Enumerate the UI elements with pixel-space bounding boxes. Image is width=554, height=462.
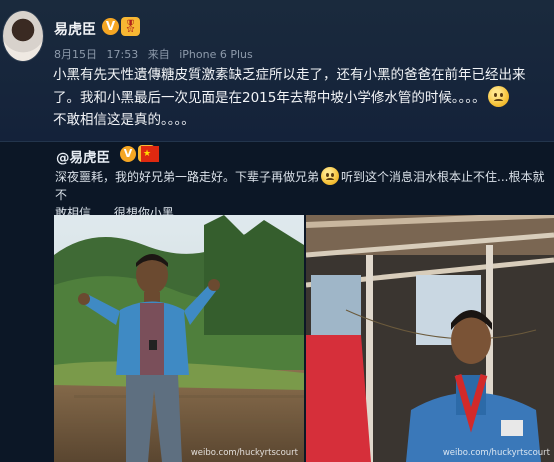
sad-face-icon (487, 86, 509, 107)
post-text-line: 了。我和小黑最后一次见面是在2015年去帮中坡小学修水管的时候。。。。 (53, 86, 553, 109)
post-text-line: 不敢相信这是真的。。。。 (53, 112, 195, 128)
post-meta: 8月15日 17:53 来自 iPhone 6 Plus (54, 46, 259, 62)
photo-boy-indoors[interactable]: weibo.com/huckyrtscourt (306, 215, 554, 462)
post-source-prefix: 来自 (147, 48, 170, 61)
verified-icon: V (120, 146, 136, 162)
repost-text-line: 深夜噩耗，我的好兄弟一路走好。下辈子再做兄弟 听到这个消息泪水根本止不住...根本… (55, 167, 553, 204)
post-text: 小黑有先天性遺傳糖皮質激素缺乏症所以走了，还有小黑的爸爸在前年已经出来 了。我和… (53, 64, 553, 131)
post-text-line: 小黑有先天性遺傳糖皮質激素缺乏症所以走了，还有小黑的爸爸在前年已经出来 (53, 67, 526, 83)
post-source: iPhone 6 Plus (179, 48, 253, 61)
photo-boy-outdoors-image (54, 215, 304, 462)
photo-watermark: weibo.com/huckyrtscourt (442, 448, 550, 458)
photo-boy-indoors-image (306, 215, 554, 462)
post-date[interactable]: 8月15日 (54, 48, 97, 61)
repost-mention[interactable]: @易虎臣 (56, 146, 110, 166)
avatar[interactable] (2, 10, 44, 62)
verified-icon: V (102, 18, 119, 35)
post-time[interactable]: 17:53 (107, 48, 139, 61)
china-flag-icon: ★ (141, 146, 159, 162)
photo-watermark: weibo.com/huckyrtscourt (190, 448, 298, 458)
repost-text: 深夜噩耗，我的好兄弟一路走好。下辈子再做兄弟 听到这个消息泪水根本止不住...根本… (55, 167, 553, 222)
sad-face-icon (321, 167, 340, 185)
author-name[interactable]: 易虎臣 (54, 19, 96, 39)
photo-boy-outdoors[interactable]: weibo.com/huckyrtscourt (54, 215, 304, 462)
member-badge-icon: 🎖 (121, 17, 140, 36)
